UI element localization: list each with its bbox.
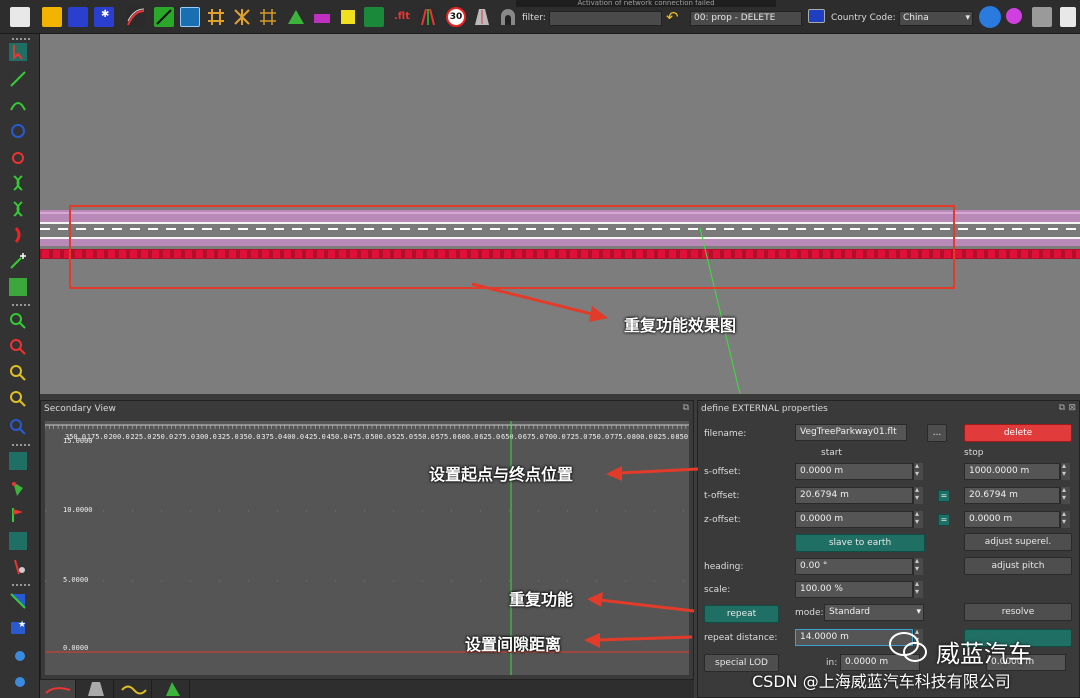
watermark-credit: CSDN @上海威蓝汽车科技有限公司 bbox=[752, 672, 1011, 691]
wechat-logo-icon bbox=[889, 632, 927, 662]
annotation-arrows bbox=[584, 466, 699, 648]
watermark-name: 威蓝汽车 bbox=[936, 640, 1032, 668]
